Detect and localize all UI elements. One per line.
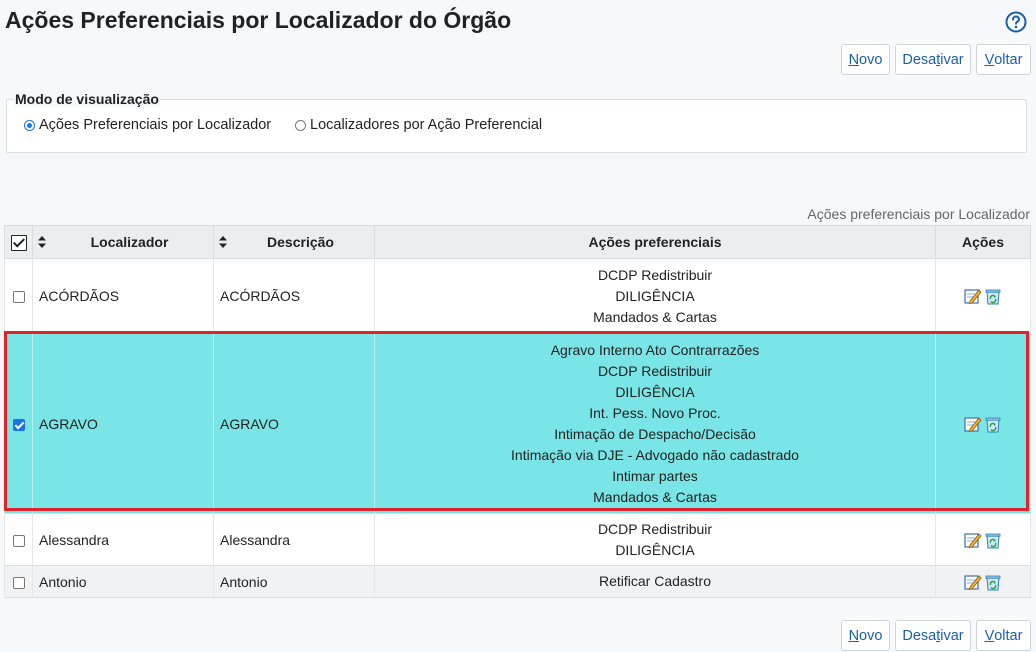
- back-button[interactable]: Voltar: [976, 44, 1031, 75]
- cell-acoes: [935, 565, 1031, 598]
- acao-preferencial-item: Intimar partes: [612, 467, 698, 484]
- table-row[interactable]: Alessandra Alessandra DCDP Redistribuir DIL…: [4, 513, 1031, 566]
- acao-preferencial-item: DILIGÊNCIA: [615, 383, 695, 400]
- cell-acoes: [935, 513, 1031, 566]
- row-checkbox-cell: [4, 565, 33, 598]
- acao-preferencial-item: Int. Pess. Novo Proc.: [589, 404, 721, 421]
- acao-preferencial-item: DILIGÊNCIA: [615, 287, 695, 304]
- deactivate-button[interactable]: Desa t ivar: [895, 44, 971, 75]
- radio-option-by-localizador[interactable]: Ações Preferenciais por Localizador: [24, 117, 271, 133]
- acao-preferencial-item: DCDP Redistribuir: [597, 266, 713, 283]
- cell-acoes-preferenciais: DCDP Redistribuir DILIGÊNCIA Mandados & Ca…: [374, 258, 936, 334]
- table-row[interactable]: AGRAVO AGRAVO Agravo Interno Ato Contrarra…: [4, 333, 1031, 514]
- table-header-row: Localizador Descrição Ações preferenciai…: [4, 225, 1031, 259]
- cell-acoes: [935, 333, 1031, 514]
- recycle-bin-icon[interactable]: [984, 287, 1002, 305]
- cell-descricao: AGRAVO: [213, 333, 375, 514]
- back-button[interactable]: Voltar: [976, 620, 1031, 651]
- cell-acoes-preferenciais: Retificar Cadastro: [374, 565, 936, 598]
- row-checkbox-cell: [4, 333, 33, 514]
- header-acoes-preferenciais: Ações preferenciais: [374, 225, 936, 259]
- table-row[interactable]: ACÓRDÃOS ACÓRDÃOS DCDP Redistribuir DILIGÊN…: [4, 258, 1031, 334]
- acao-preferencial-item: Agravo Interno Ato Contrarrazões: [550, 341, 760, 358]
- header-acoes: Ações: [935, 225, 1031, 259]
- table-caption: Ações preferenciais por Localizador: [807, 206, 1030, 222]
- edit-icon[interactable]: [964, 573, 982, 591]
- cell-localizador: ACÓRDÃOS: [32, 258, 214, 334]
- cell-descricao: Antonio: [213, 565, 375, 598]
- row-checkbox[interactable]: [12, 576, 25, 589]
- row-checkbox[interactable]: [12, 418, 25, 431]
- cell-localizador: AGRAVO: [32, 333, 214, 514]
- top-button-bar: Novo Desa t ivar Voltar: [841, 44, 1031, 75]
- acao-preferencial-item: DILIGÊNCIA: [615, 541, 695, 558]
- recycle-bin-icon[interactable]: [984, 573, 1002, 591]
- cell-localizador: Antonio: [32, 565, 214, 598]
- acao-preferencial-item: Mandados & Cartas: [593, 488, 717, 505]
- new-button[interactable]: Novo: [841, 44, 890, 75]
- edit-icon[interactable]: [964, 531, 982, 549]
- radio-label: Localizadores por Ação Preferencial: [310, 117, 543, 133]
- acao-preferencial-item: Intimação de Despacho/Decisão: [554, 425, 756, 442]
- header-descricao[interactable]: Descrição: [213, 225, 375, 259]
- acao-preferencial-item: Intimação via DJE - Advogado não cadastr…: [511, 446, 799, 463]
- recycle-bin-icon[interactable]: [984, 531, 1002, 549]
- header-localizador[interactable]: Localizador: [32, 225, 214, 259]
- cell-descricao: ACÓRDÃOS: [213, 258, 375, 334]
- view-mode-legend: Modo de visualização: [14, 91, 160, 107]
- radio-option-by-acao[interactable]: Localizadores por Ação Preferencial: [295, 117, 542, 133]
- table-row[interactable]: Antonio Antonio Retificar Cadastro: [4, 565, 1031, 598]
- page-title: Ações Preferenciais por Localizador do Ó…: [5, 7, 512, 33]
- cell-acoes-preferenciais: DCDP Redistribuir DILIGÊNCIA: [374, 513, 936, 566]
- row-checkbox-cell: [4, 513, 33, 566]
- row-checkbox-cell: [4, 258, 33, 334]
- new-button[interactable]: Novo: [841, 620, 890, 651]
- acao-preferencial-item: Retificar Cadastro: [598, 573, 712, 589]
- results-table: Localizador Descrição Ações preferenciai…: [4, 225, 1031, 598]
- acao-preferencial-item: Mandados & Cartas: [593, 308, 717, 325]
- radio-button-selected[interactable]: [24, 119, 35, 131]
- radio-button[interactable]: [295, 119, 306, 131]
- bottom-button-bar: Novo Desa t ivar Voltar: [841, 620, 1031, 651]
- help-icon[interactable]: [1005, 11, 1027, 33]
- sort-icon[interactable]: [38, 236, 46, 248]
- acao-preferencial-item: DCDP Redistribuir: [597, 520, 713, 537]
- edit-icon[interactable]: [964, 287, 982, 305]
- cell-acoes-preferenciais: Agravo Interno Ato Contrarrazões DCDP Red…: [374, 333, 936, 514]
- edit-icon[interactable]: [964, 415, 982, 433]
- radio-label: Ações Preferenciais por Localizador: [39, 117, 272, 133]
- row-checkbox[interactable]: [12, 534, 25, 547]
- cell-localizador: Alessandra: [32, 513, 214, 566]
- deactivate-button[interactable]: Desa t ivar: [895, 620, 971, 651]
- recycle-bin-icon[interactable]: [984, 415, 1002, 433]
- cell-descricao: Alessandra: [213, 513, 375, 566]
- acao-preferencial-item: DCDP Redistribuir: [597, 362, 713, 379]
- row-checkbox[interactable]: [12, 291, 25, 304]
- select-all-checkbox[interactable]: [4, 225, 33, 259]
- sort-icon[interactable]: [219, 236, 227, 248]
- cell-acoes: [935, 258, 1031, 334]
